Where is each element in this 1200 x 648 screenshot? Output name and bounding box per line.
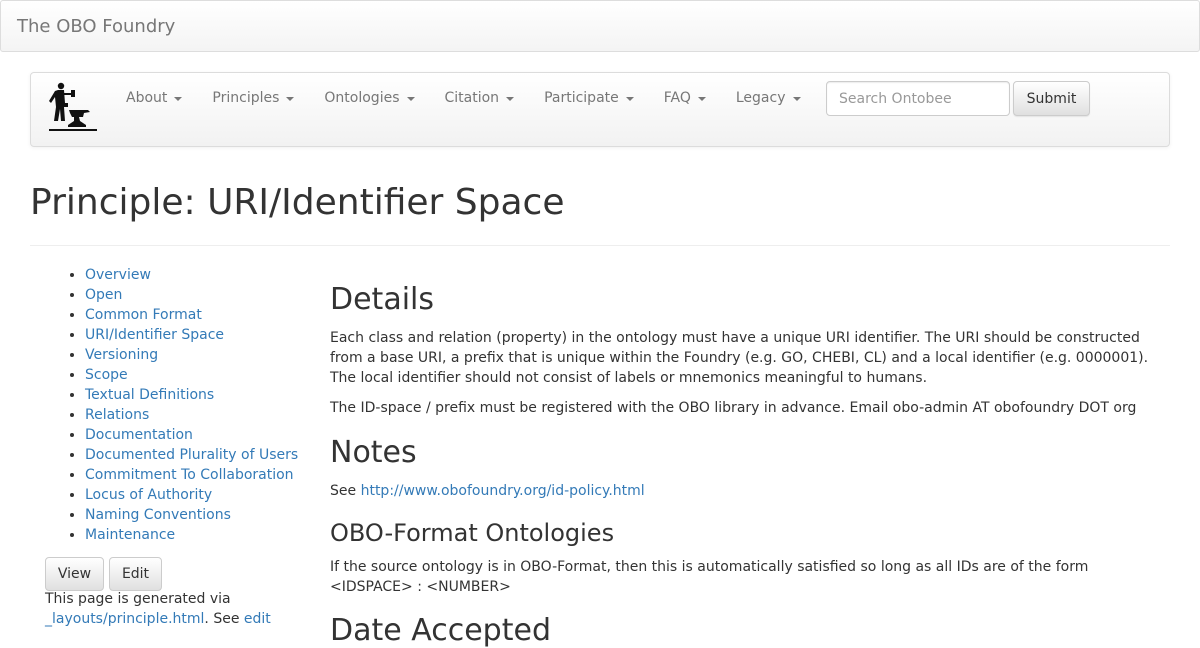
blacksmith-anvil-icon[interactable] [48, 81, 98, 133]
generated-via-note: This page is generated via _layouts/prin… [45, 589, 295, 629]
nav-citation-dropdown[interactable]: Citation [430, 73, 530, 123]
nav-ontologies-dropdown[interactable]: Ontologies [309, 73, 429, 123]
nav-participate-label: Participate [544, 90, 619, 106]
sidebar-list-item: Overview [85, 265, 298, 285]
obo-format-heading: OBO-Format Ontologies [330, 519, 615, 547]
sidebar-link-scope[interactable]: Scope [85, 367, 128, 383]
nav-legacy-label: Legacy [735, 90, 786, 106]
title-divider [30, 245, 1170, 246]
sidebar-list-item: Locus of Authority [85, 485, 298, 505]
generated-prefix-text: This page is generated via [45, 591, 231, 607]
top-header-bar: The OBO Foundry [0, 0, 1200, 52]
details-paragraph-1: Each class and relation (property) in th… [330, 330, 1149, 386]
sidebar-list-item: Textual Definitions [85, 385, 298, 405]
sidebar-list-item: Common Format [85, 305, 298, 325]
sidebar-list-item: Commitment To Collaboration [85, 465, 298, 485]
brand-link[interactable]: The OBO Foundry [17, 16, 175, 37]
search-ontobee-input[interactable] [826, 81, 1010, 116]
nav-faq-dropdown[interactable]: FAQ [649, 73, 721, 123]
sidebar-list-item: Maintenance [85, 525, 298, 545]
generated-middle-text: . See [204, 611, 244, 627]
caret-down-icon [792, 97, 801, 101]
sidebar-link-open[interactable]: Open [85, 287, 122, 303]
notes-see-text: See [330, 483, 361, 499]
nav-about-label: About [126, 90, 168, 106]
date-accepted-heading: Date Accepted [330, 613, 551, 648]
caret-down-icon [697, 97, 706, 101]
notes-heading: Notes [330, 435, 417, 470]
sidebar-list-item: Documentation [85, 425, 298, 445]
nav-menu: About Principles Ontologies Citation Par… [111, 73, 816, 123]
obo-format-paragraph: If the source ontology is in OBO-Format,… [330, 559, 1089, 595]
caret-down-icon [174, 97, 183, 101]
sidebar-link-documented-plurality[interactable]: Documented Plurality of Users [85, 447, 298, 463]
sidebar-list-item: URI/Identifier Space [85, 325, 298, 345]
details-heading: Details [330, 282, 435, 317]
caret-down-icon [625, 97, 634, 101]
sidebar-link-naming-conventions[interactable]: Naming Conventions [85, 507, 231, 523]
sidebar-link-relations[interactable]: Relations [85, 407, 149, 423]
sidebar-list-item: Versioning [85, 345, 298, 365]
nav-participate-dropdown[interactable]: Participate [529, 73, 649, 123]
nav-principles-label: Principles [212, 90, 280, 106]
main-navbar: About Principles Ontologies Citation Par… [30, 72, 1170, 147]
nav-legacy-dropdown[interactable]: Legacy [721, 73, 816, 123]
id-policy-link[interactable]: http://www.obofoundry.org/id-policy.html [361, 483, 645, 499]
sidebar-list-item: Naming Conventions [85, 505, 298, 525]
caret-down-icon [406, 97, 415, 101]
sidebar-link-common-format[interactable]: Common Format [85, 307, 202, 323]
sidebar-link-textual-definitions[interactable]: Textual Definitions [85, 387, 214, 403]
sidebar-link-locus-of-authority[interactable]: Locus of Authority [85, 487, 212, 503]
page-title: Principle: URI/Identifier Space [30, 182, 565, 223]
nav-ontologies-label: Ontologies [324, 90, 400, 106]
layout-file-link[interactable]: _layouts/principle.html [45, 611, 204, 627]
sidebar-list-item: Documented Plurality of Users [85, 445, 298, 465]
nav-faq-label: FAQ [663, 90, 691, 106]
nav-principles-dropdown[interactable]: Principles [197, 73, 309, 123]
sidebar-link-maintenance[interactable]: Maintenance [85, 527, 175, 543]
sidebar-link-uri-identifier-space[interactable]: URI/Identifier Space [85, 327, 224, 343]
nav-about-dropdown[interactable]: About [111, 73, 197, 123]
details-paragraph-2: The ID-space / prefix must be registered… [330, 400, 1137, 416]
sidebar-link-overview[interactable]: Overview [85, 267, 151, 283]
edit-link[interactable]: edit [244, 611, 271, 627]
sidebar-link-documentation[interactable]: Documentation [85, 427, 193, 443]
notes-paragraph: See http://www.obofoundry.org/id-policy.… [330, 481, 1160, 501]
sidebar-link-versioning[interactable]: Versioning [85, 347, 158, 363]
edit-button[interactable]: Edit [109, 557, 162, 591]
sidebar-list-item: Scope [85, 365, 298, 385]
sidebar-list-item: Relations [85, 405, 298, 425]
nav-citation-label: Citation [444, 90, 500, 106]
search-submit-button[interactable]: Submit [1013, 81, 1090, 116]
sidebar-list-item: Open [85, 285, 298, 305]
principles-sidebar-list: Overview Open Common Format URI/Identifi… [85, 265, 298, 545]
caret-down-icon [506, 97, 515, 101]
sidebar-link-commitment-collaboration[interactable]: Commitment To Collaboration [85, 467, 294, 483]
view-button[interactable]: View [45, 557, 104, 591]
caret-down-icon [286, 97, 295, 101]
